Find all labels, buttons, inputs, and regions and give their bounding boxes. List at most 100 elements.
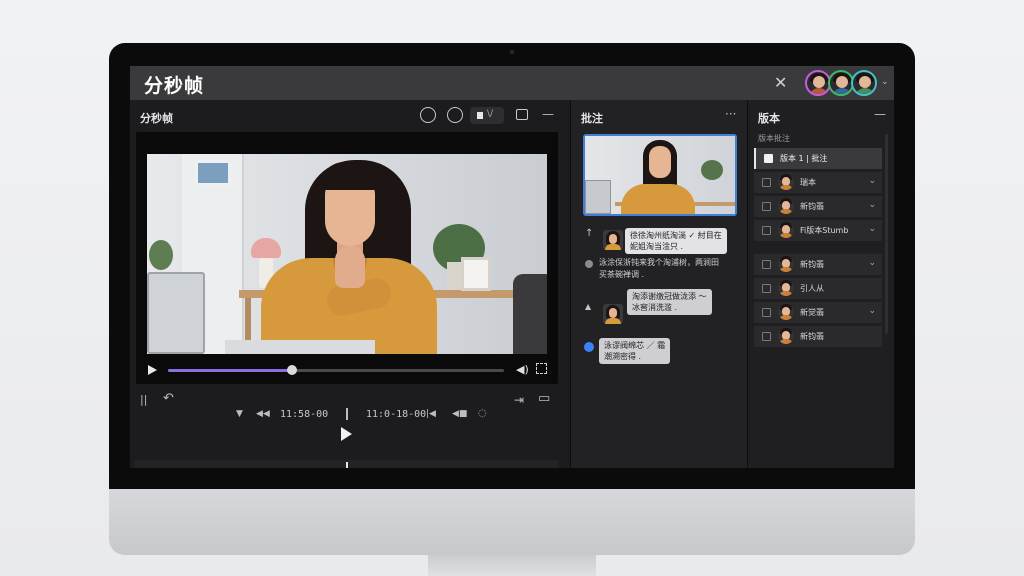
- chat-icon[interactable]: ▭: [538, 391, 550, 406]
- square-icon: [477, 112, 483, 119]
- chevron-down-icon[interactable]: ⌄: [540, 464, 549, 468]
- frame-thumbnail[interactable]: [583, 134, 737, 216]
- version-row[interactable]: 新钧翡 ⌄: [754, 254, 882, 275]
- share-icon[interactable]: [420, 107, 436, 123]
- versions-panel: 版本 — 版本批注 版本 1 | 批注 瑞本 ⌄ 新钧翡 ⌄ Fi版本Stumb…: [748, 100, 894, 468]
- add-track-icon[interactable]: ⊕: [138, 467, 146, 468]
- comment-text: 徐徐淘州纸淘淌 ✓ 紂目在: [630, 231, 722, 240]
- version-label: 版本 1 | 批注: [780, 154, 828, 163]
- checkbox[interactable]: [762, 308, 771, 317]
- comment-text[interactable]: 泳涂保浙钝来我个淘浦树，两涧田 买茶碗禅调 .: [599, 257, 719, 281]
- version-label: 新钧翡: [800, 260, 824, 269]
- avatar: [778, 280, 794, 296]
- marker-icon[interactable]: ▼: [236, 409, 243, 419]
- chevron-down-icon[interactable]: ⌄: [868, 176, 876, 186]
- comment-bubble[interactable]: 泳谬阀绵芯 ／ 霜 潮溯密得 .: [599, 338, 671, 364]
- minimize-button[interactable]: —: [874, 107, 886, 121]
- comment-line: 买茶碗禅调 .: [599, 270, 645, 279]
- status-dot: [585, 260, 593, 268]
- versions-subtitle: 版本批注: [758, 134, 790, 143]
- title-bar: 分秒帧 ✕ ⌄: [130, 66, 894, 100]
- version-label: 引人从: [800, 284, 824, 293]
- view-mode-toggle[interactable]: \/: [470, 107, 504, 124]
- chevron-down-icon[interactable]: ⌄: [868, 306, 876, 316]
- undo-icon[interactable]: ↶: [163, 391, 174, 406]
- avatar: [603, 230, 623, 250]
- version-row[interactable]: 新觉翡 ⌄: [754, 302, 882, 323]
- avatar: [778, 328, 794, 344]
- timecode-out: 11:0-18-00: [366, 409, 427, 420]
- chevron-down-icon[interactable]: ⌄: [881, 77, 889, 87]
- comment-text: 妮姐淘当淦只 .: [630, 242, 684, 251]
- version-label: 瑞本: [800, 178, 816, 187]
- monitor-chin: [109, 489, 915, 555]
- comments-panel: 批注 ··· ↑ 徐徐淘州纸淘淌 ✓ 紂目在 妮姐淘当淦只 . 泳涂保浙钝来我个…: [571, 100, 747, 468]
- checkbox[interactable]: [762, 332, 771, 341]
- comment-bubble[interactable]: 淘添谢缴冠做泷添 ～ 冰窖消洗滥 .: [627, 289, 712, 315]
- window-icon[interactable]: [516, 109, 528, 120]
- fullscreen-icon[interactable]: [536, 363, 547, 374]
- speed-icon[interactable]: ◀■: [452, 409, 467, 419]
- user-icon[interactable]: [447, 107, 463, 123]
- comment-bubble[interactable]: 徐徐淘州纸淘淌 ✓ 紂目在 妮姐淘当淦只 .: [625, 228, 727, 254]
- version-row[interactable]: Fi版本Stumb ⌄: [754, 220, 882, 241]
- triangle-icon[interactable]: ▲: [585, 302, 591, 311]
- video-frame-image: [147, 154, 547, 354]
- chip-label: \/: [487, 109, 494, 119]
- timecode-in: 11:58-00: [280, 409, 329, 420]
- version-row[interactable]: 新钧翡: [754, 326, 882, 347]
- checkbox[interactable]: [764, 154, 773, 163]
- checkbox[interactable]: [762, 226, 771, 235]
- avatar: [778, 256, 794, 272]
- versions-scrollbar[interactable]: [885, 134, 888, 334]
- comment-text: 泳谬阀绵芯 ／ 霜: [604, 341, 666, 350]
- seek-bar-fill: [168, 369, 293, 372]
- more-icon[interactable]: ···: [725, 107, 736, 121]
- chevron-down-icon[interactable]: ⌄: [868, 200, 876, 210]
- chevron-down-icon[interactable]: ⌄: [868, 224, 876, 234]
- play-button[interactable]: [341, 427, 352, 441]
- version-row[interactable]: 新钧翡 ⌄: [754, 196, 882, 217]
- version-row[interactable]: 瑞本 ⌄: [754, 172, 882, 193]
- comment-text: 冰窖消洗滥 .: [632, 303, 678, 312]
- version-row[interactable]: 版本 1 | 批注: [754, 148, 882, 169]
- reply-icon[interactable]: ↑: [585, 228, 593, 239]
- app-screen: 分秒帧 ✕ ⌄ 分秒帧 \/ — ◀) || ↶ ▼ ◀◀ 11:58-00 1…: [130, 66, 894, 468]
- comment-text: 潮溯密得 .: [604, 352, 642, 361]
- playhead-marker: [346, 408, 348, 420]
- minimize-button[interactable]: —: [542, 107, 554, 121]
- loop-icon[interactable]: ◌: [478, 408, 487, 419]
- panel-title: 分秒帧: [140, 112, 173, 125]
- checkbox[interactable]: [762, 202, 771, 211]
- seek-bar-handle[interactable]: [287, 365, 298, 375]
- monitor-stand: [428, 555, 596, 576]
- lock-icon[interactable]: ⊙: [156, 467, 164, 468]
- comment-line: 泳涂保浙钝来我个淘浦树，两涧田: [599, 258, 719, 267]
- seek-bar[interactable]: [168, 365, 504, 375]
- volume-icon[interactable]: ◀): [516, 363, 529, 376]
- checkbox[interactable]: [762, 260, 771, 269]
- play-icon[interactable]: [148, 365, 157, 375]
- comment-text: 淘添谢缴冠做泷添 ～: [632, 292, 707, 301]
- checkbox[interactable]: [762, 178, 771, 187]
- split-icon[interactable]: ||: [140, 393, 147, 406]
- video-player[interactable]: ◀): [136, 132, 558, 384]
- timeline-playhead[interactable]: [346, 462, 348, 468]
- avatar: [778, 174, 794, 190]
- export-icon[interactable]: ⇥: [514, 393, 524, 407]
- player-panel: 分秒帧 \/ — ◀) || ↶ ▼ ◀◀ 11:58-00 11:0-18-0…: [130, 100, 570, 468]
- avatar: [603, 304, 623, 324]
- avatar: [778, 304, 794, 320]
- status-dot-active: [584, 342, 594, 352]
- rewind-icon[interactable]: ◀◀: [256, 409, 270, 419]
- timeline[interactable]: ⊕ ⊙ ✐ ⸝ ◆◆◆◆◆◆◆ ⌄: [134, 460, 559, 468]
- app-title: 分秒帧: [144, 75, 205, 97]
- version-row[interactable]: 引人从: [754, 278, 882, 299]
- avatar: [778, 198, 794, 214]
- close-icon[interactable]: ✕: [774, 73, 787, 92]
- checkbox[interactable]: [762, 284, 771, 293]
- step-back-icon[interactable]: |◀: [426, 409, 436, 419]
- avatar[interactable]: [851, 70, 877, 96]
- chevron-down-icon[interactable]: ⌄: [868, 258, 876, 268]
- camera-dot: [510, 50, 514, 54]
